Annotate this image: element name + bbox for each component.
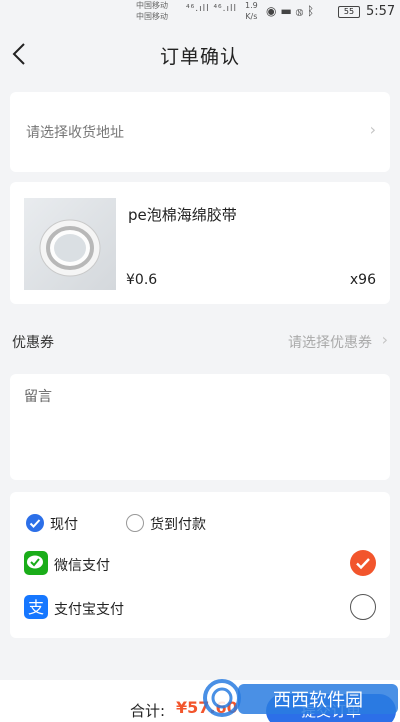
- alipay-select-radio[interactable]: [350, 594, 376, 620]
- pay-now-label: 现付: [50, 517, 78, 533]
- address-placeholder: 请选择收货地址: [26, 125, 124, 141]
- wechat-pay-selected-check[interactable]: [350, 550, 376, 576]
- alipay-icon: 支: [24, 595, 48, 619]
- product-quantity: x96: [349, 272, 376, 288]
- wechat-pay-label: 微信支付: [54, 558, 110, 574]
- carrier-labels: 中国移动 中国移动: [136, 0, 168, 22]
- battery-icon: 55: [338, 6, 360, 18]
- message-icon: ▬: [280, 4, 296, 18]
- chevron-right-icon: ›: [381, 330, 388, 349]
- network-speed: 1.9 K/s: [245, 1, 258, 21]
- alipay-label: 支付宝支付: [54, 602, 124, 618]
- bluetooth-icon: ᛒ: [307, 4, 319, 18]
- carrier-1: 中国移动: [136, 1, 168, 10]
- nfc-icon: Ⓝ: [295, 4, 308, 18]
- radio-cash-on-delivery[interactable]: [126, 514, 144, 532]
- wechat-pay-icon: [24, 551, 48, 575]
- message-label: 留言: [24, 389, 52, 405]
- cash-on-delivery-label: 货到付款: [150, 517, 206, 533]
- svg-text:支: 支: [28, 598, 44, 617]
- watermark-text: 西西软件园: [273, 690, 363, 711]
- app-notification-icon: ◉: [266, 4, 281, 18]
- product-name: pe泡棉海绵胶带: [128, 206, 237, 224]
- address-selector[interactable]: 请选择收货地址 ›: [10, 92, 390, 172]
- coupon-row[interactable]: 优惠券 请选择优惠券 ›: [10, 316, 390, 366]
- wechat-pay-option[interactable]: 微信支付: [24, 550, 376, 578]
- nav-bar: 订单确认: [0, 26, 400, 84]
- alipay-option[interactable]: 支 支付宝支付: [24, 594, 376, 622]
- product-card: pe泡棉海绵胶带 ¥0.6 x96: [10, 182, 390, 304]
- signal-icon: ⁴⁶.ıll ⁴⁶.ıll: [186, 4, 238, 14]
- message-input[interactable]: 留言: [10, 374, 390, 480]
- radio-pay-now[interactable]: [26, 514, 44, 532]
- product-price: ¥0.6: [126, 272, 158, 288]
- page-title: 订单确认: [159, 46, 240, 68]
- carrier-2: 中国移动: [136, 12, 168, 21]
- clock: 5:57: [366, 4, 396, 19]
- status-icons: ◉▬Ⓝᛒ: [266, 4, 318, 18]
- watermark-logo: 西西软件园: [200, 672, 400, 722]
- tape-roll-image: [24, 198, 116, 290]
- coupon-hint: 请选择优惠券: [288, 335, 372, 351]
- chevron-right-icon: ›: [369, 120, 376, 139]
- total-label: 合计:: [130, 702, 166, 720]
- payment-card: 现付 货到付款 微信支付 支 支付宝支付: [10, 492, 390, 638]
- status-bar: 中国移动 中国移动 ⁴⁶.ıll ⁴⁶.ıll 1.9 K/s ◉▬Ⓝᛒ 55 …: [0, 0, 400, 26]
- coupon-label: 优惠券: [12, 335, 54, 351]
